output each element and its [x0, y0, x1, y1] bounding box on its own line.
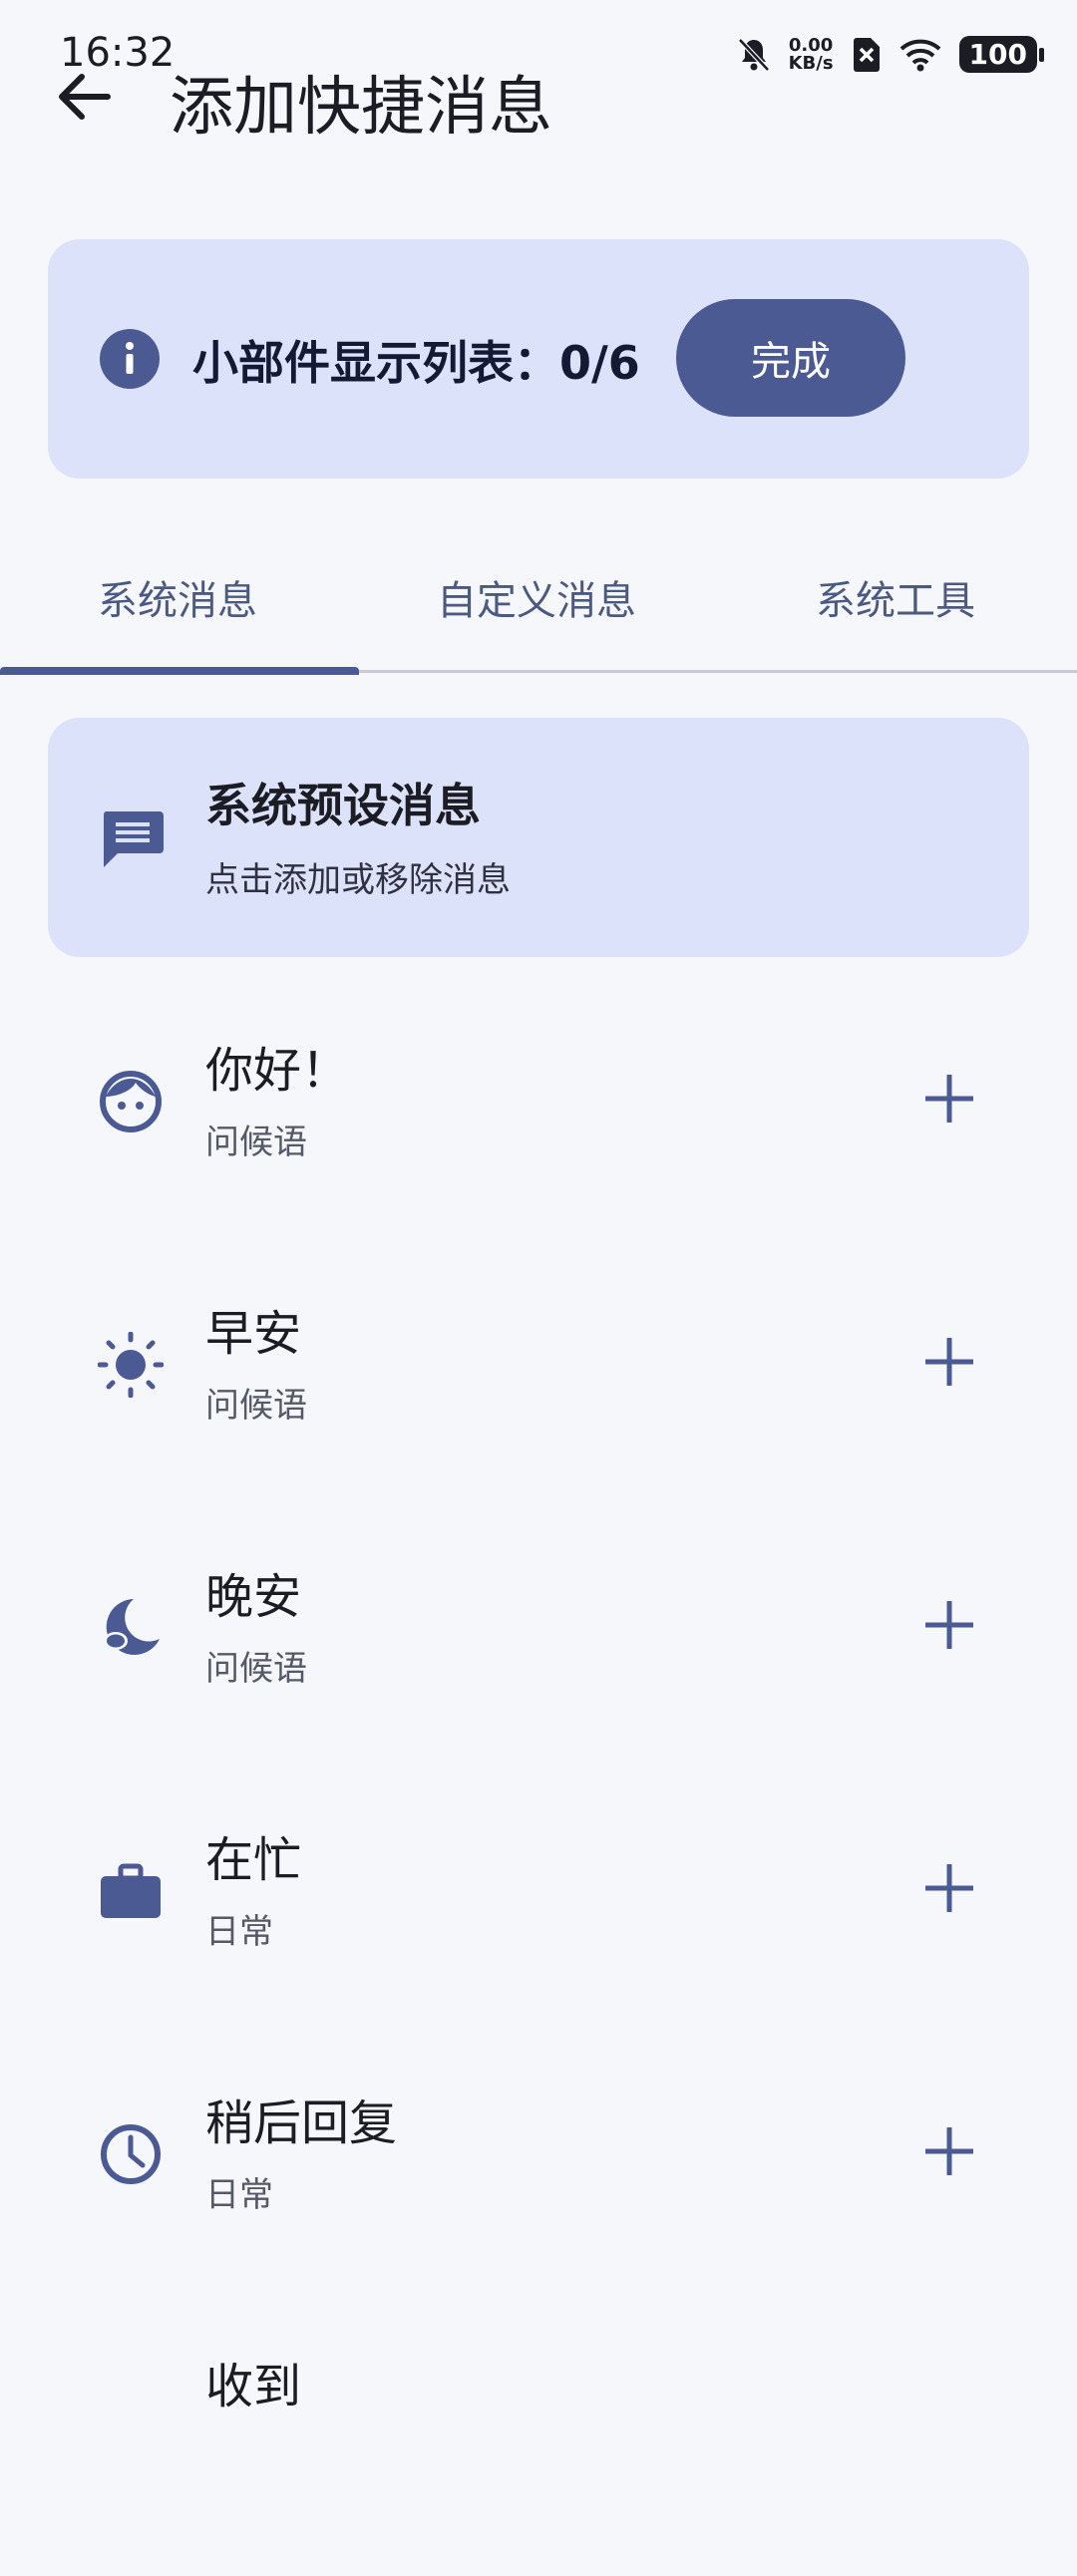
tab-system-messages[interactable]: 系统消息 — [98, 568, 257, 626]
app-bar: 添加快捷消息 — [0, 50, 1077, 160]
add-icon[interactable] — [919, 1069, 979, 1128]
message-title: 晚安 — [205, 1569, 302, 1625]
face-icon — [100, 1071, 162, 1132]
clock-icon — [101, 2124, 161, 2184]
widget-list-card: 小部件显示列表：0/6 完成 — [48, 239, 1029, 479]
info-icon — [100, 329, 160, 389]
message-title: 你好！ — [205, 1043, 350, 1099]
message-category: 问候语 — [205, 1123, 307, 1162]
tab-custom-messages[interactable]: 自定义消息 — [437, 568, 636, 626]
add-icon[interactable] — [919, 1332, 979, 1392]
sun-icon — [98, 1332, 164, 1398]
message-category: 日常 — [205, 1912, 273, 1952]
back-arrow-icon[interactable] — [50, 62, 120, 132]
list-item-good-morning[interactable]: 早安 问候语 — [0, 1260, 1077, 1523]
list-item-busy[interactable]: 在忙 日常 — [0, 1786, 1077, 2050]
add-icon[interactable] — [919, 1858, 979, 1918]
add-icon[interactable] — [919, 2121, 979, 2181]
message-title: 早安 — [205, 1306, 302, 1362]
message-icon — [103, 811, 164, 867]
list-item-received[interactable]: 收到 — [0, 2313, 1077, 2576]
section-title: 系统预设消息 — [205, 779, 481, 832]
message-category: 问候语 — [205, 1649, 307, 1689]
briefcase-icon — [101, 1863, 161, 1918]
moon-icon — [104, 1599, 160, 1655]
message-category: 日常 — [205, 2175, 273, 2215]
widget-count-label: 小部件显示列表：0/6 — [192, 336, 640, 390]
list-item-good-night[interactable]: 晚安 问候语 — [0, 1523, 1077, 1786]
page-title: 添加快捷消息 — [170, 71, 552, 145]
active-tab-indicator — [0, 667, 359, 675]
message-title: 收到 — [205, 2359, 302, 2415]
add-icon[interactable] — [919, 1595, 979, 1655]
tab-bar: 系统消息 自定义消息 系统工具 — [0, 538, 1077, 675]
preset-messages-card: 系统预设消息 点击添加或移除消息 — [48, 718, 1029, 957]
tab-system-tools[interactable]: 系统工具 — [816, 568, 975, 626]
list-item-hello[interactable]: 你好！ 问候语 — [0, 997, 1077, 1260]
list-item-reply-later[interactable]: 稍后回复 日常 — [0, 2050, 1077, 2313]
section-subtitle: 点击添加或移除消息 — [205, 860, 511, 900]
message-title: 稍后回复 — [205, 2095, 398, 2151]
message-category: 问候语 — [205, 1386, 307, 1426]
message-title: 在忙 — [205, 1832, 302, 1888]
done-button[interactable]: 完成 — [676, 299, 905, 417]
